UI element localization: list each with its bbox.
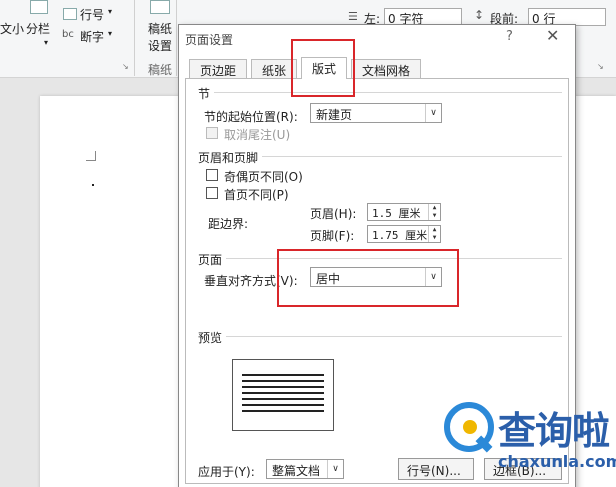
hyphen-button[interactable]: 断字 [80,28,104,45]
spacing-before-icon: ↕ [474,8,485,22]
dialog-title: 页面设置 [185,33,234,47]
indent-left-icon: ☰ [348,10,358,23]
page-heading: 页面 [198,253,223,267]
preview-line [242,398,324,400]
help-icon[interactable]: ? [506,29,513,44]
preview-line [242,380,324,382]
page-corner-marker [86,151,96,161]
page-preview [232,359,334,431]
columns-icon [30,0,48,14]
apply-to-label: 应用于(Y): [198,465,255,479]
line-number-button[interactable]: 行号 [80,6,104,23]
section-heading: 节 [198,87,211,101]
chevron-down-icon: ∨ [425,104,441,122]
line-number-chevron-icon[interactable]: ▾ [108,7,112,16]
preview-divider [226,336,562,337]
preview-line [242,374,324,376]
manuscript-group-label: 稿纸 [148,63,173,77]
spin-arrows-icon[interactable]: ▲ ▼ [428,204,440,220]
watermark-url: chaxunla.com [498,452,616,471]
section-start-label: 节的起始位置(R): [204,110,298,124]
preview-heading: 预览 [198,331,223,345]
columns-chevron-icon[interactable]: ▾ [44,38,48,47]
apply-to-select[interactable]: 整篇文档 ∨ [266,459,344,479]
suppress-endnotes-checkbox[interactable] [206,127,218,139]
highlight-vertical-align [277,249,459,307]
spin-arrows-icon[interactable]: ▲ ▼ [428,226,440,242]
hyphen-chevron-icon[interactable]: ▾ [108,29,112,38]
footer-distance-input[interactable]: 1.75 厘米 ▲ ▼ [367,225,441,243]
preview-line [242,410,324,412]
apply-to-value: 整篇文档 [272,464,321,478]
from-edge-label: 距边界: [208,217,249,231]
header-distance-label: 页眉(H): [310,207,357,221]
odd-even-label: 奇偶页不同(O) [224,170,303,184]
first-page-label: 首页不同(P) [224,188,289,202]
headers-heading: 页眉和页脚 [198,151,259,165]
tab-margins[interactable]: 页边距 [189,59,248,79]
footer-distance-value: 1.75 厘米 [372,229,428,242]
footer-distance-label: 页脚(F): [310,229,355,243]
watermark-text: 查询啦 [498,408,610,453]
tab-layout[interactable]: 版式 [301,57,348,79]
hyphen-icon: bc [62,29,74,40]
ribbon-separator [134,0,135,76]
first-page-checkbox[interactable] [206,187,218,199]
header-distance-value: 1.5 厘米 [372,207,421,220]
tab-strip: 页边距 纸张 版式 文档网格 [185,57,569,79]
ribbon-separator [176,0,177,76]
manuscript-button-line1[interactable]: 稿纸 [148,20,172,37]
paragraph-launcher-icon[interactable]: ↘ [597,62,604,71]
odd-even-checkbox[interactable] [206,169,218,181]
page-setup-launcher-icon[interactable]: ↘ [122,62,129,71]
headers-divider [262,156,562,157]
line-number-icon [63,8,77,20]
columns-button[interactable]: 分栏 [26,20,50,37]
close-icon[interactable]: ✕ [546,26,559,45]
preview-line [242,392,324,394]
header-distance-input[interactable]: 1.5 厘米 ▲ ▼ [367,203,441,221]
suppress-endnotes-label: 取消尾注(U) [224,128,291,142]
chevron-down-icon: ∨ [327,460,343,478]
tab-document-grid[interactable]: 文档网格 [351,59,422,79]
site-watermark: 查询啦 chaxunla.com [440,394,616,480]
section-divider [214,92,562,93]
preview-line [242,386,324,388]
section-start-value: 新建页 [316,108,353,122]
logo-dot [463,420,477,434]
manuscript-icon [150,0,170,14]
section-start-select[interactable]: 新建页 ∨ [310,103,442,123]
preview-line [242,404,324,406]
text-cursor [92,184,94,186]
manuscript-button-line2[interactable]: 设置 [148,37,172,54]
font-size-button[interactable]: 文小 [0,20,24,37]
